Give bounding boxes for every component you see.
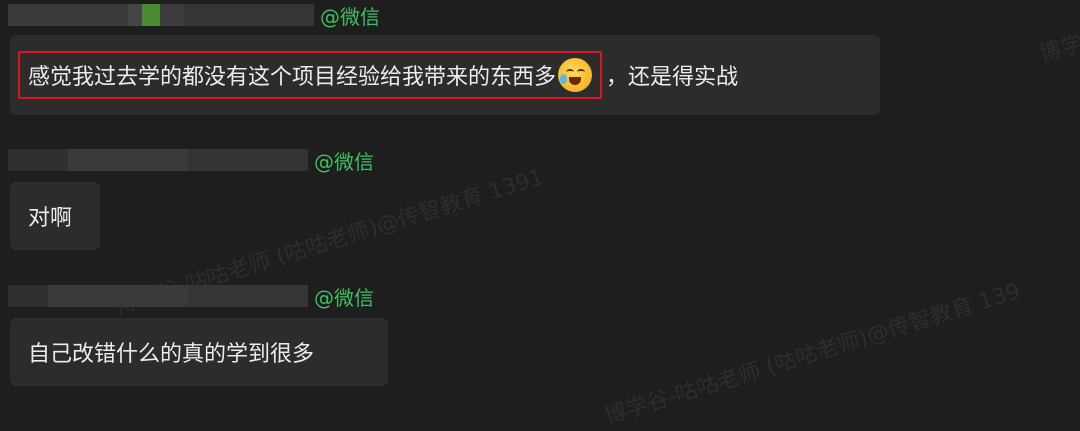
message-text: 自己改错什么的真的学到很多: [28, 342, 315, 367]
sender-row: @微信: [8, 2, 380, 29]
blurred-sender-name: [8, 4, 314, 26]
blurred-sender-name: [8, 285, 308, 307]
blurred-sender-name: [8, 149, 308, 171]
message-bubble[interactable]: 自己改错什么的真的学到很多: [10, 318, 388, 386]
message-bubble[interactable]: 感觉我过去学的都没有这个项目经验给我带来的东西多 ，还是得实战: [10, 35, 880, 115]
message-text: 感觉我过去学的都没有这个项目经验给我带来的东西多: [28, 65, 557, 90]
message-bubble[interactable]: 对啊: [10, 182, 100, 250]
sender-tag: @微信: [314, 285, 374, 310]
sender-row: @微信: [8, 283, 374, 310]
face-with-tears-of-joy-icon: [558, 58, 593, 92]
message-text: 对啊: [28, 206, 73, 231]
watermark-text: 博学谷-咕咕老师 (咕咕老师)@传智教育 139: [601, 279, 1024, 430]
watermark-text: 博学: [1036, 30, 1080, 68]
highlight-box: 感觉我过去学的都没有这个项目经验给我带来的东西多: [18, 51, 603, 99]
sender-tag: @微信: [314, 149, 374, 174]
sender-row: @微信: [8, 147, 374, 174]
sender-tag: @微信: [320, 4, 380, 29]
message-text: ，还是得实战: [606, 65, 739, 90]
